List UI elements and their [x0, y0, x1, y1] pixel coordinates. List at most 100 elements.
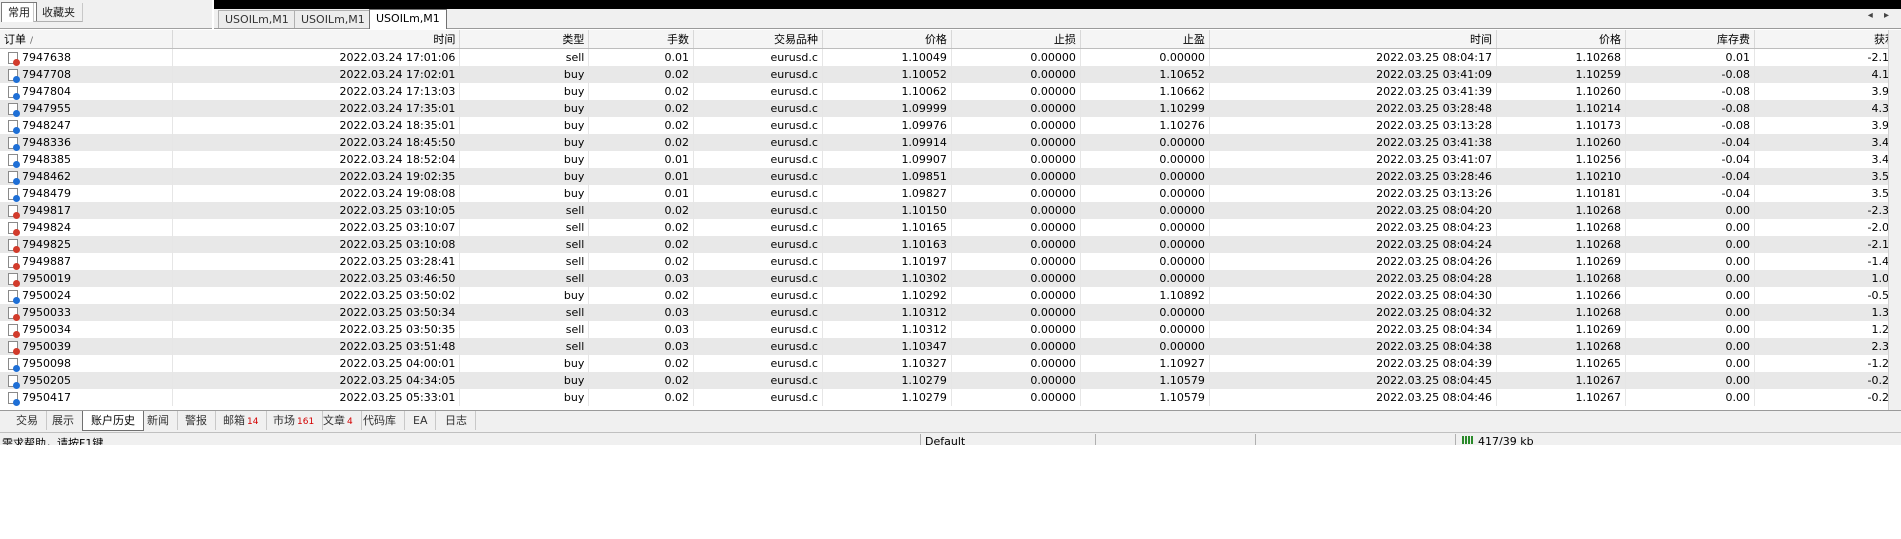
cell-profit: -0.52 — [1754, 287, 1901, 304]
buy-order-icon — [8, 86, 20, 100]
table-row[interactable]: 7947804 2022.03.24 17:13:03 buy 0.02 eurusd.… — [0, 83, 1901, 100]
bottom-tab-3[interactable]: 新闻 — [139, 411, 178, 430]
header-close-price[interactable]: 价格 — [1496, 30, 1626, 49]
table-row[interactable]: 7949825 2022.03.25 03:10:08 sell 0.02 eurusd… — [0, 236, 1901, 253]
header-take-profit[interactable]: 止盈 — [1080, 30, 1210, 49]
cell-lots: 0.02 — [588, 100, 694, 117]
cell-profit: -1.24 — [1754, 355, 1901, 372]
status-profile[interactable]: Default — [925, 435, 965, 445]
cell-order: 7948479 — [0, 185, 174, 202]
cell-swap: 0.00 — [1625, 219, 1755, 236]
cell-close-price: 1.10269 — [1496, 321, 1626, 338]
cell-open-time: 2022.03.25 03:50:35 — [172, 321, 461, 338]
table-row[interactable]: 7950039 2022.03.25 03:51:48 sell 0.03 eurusd… — [0, 338, 1901, 355]
table-row[interactable]: 7949817 2022.03.25 03:10:05 sell 0.02 eurusd… — [0, 202, 1901, 219]
bottom-tab-0[interactable]: 交易 — [8, 411, 47, 430]
header-swap[interactable]: 库存费 — [1625, 30, 1755, 49]
cell-open-time: 2022.03.24 17:13:03 — [172, 83, 461, 100]
bottom-tab-2[interactable]: 账户历史 — [82, 411, 144, 431]
chart-tab-2[interactable]: USOILm,M1 — [294, 10, 372, 28]
table-row[interactable]: 7948462 2022.03.24 19:02:35 buy 0.01 eurusd.… — [0, 168, 1901, 185]
cell-swap: -0.04 — [1625, 168, 1755, 185]
cell-swap: -0.04 — [1625, 134, 1755, 151]
cell-close-time: 2022.03.25 08:04:26 — [1209, 253, 1498, 270]
table-row[interactable]: 7948336 2022.03.24 18:45:50 buy 0.02 eurusd.… — [0, 134, 1901, 151]
cell-type: sell — [459, 304, 590, 321]
cell-profit: 3.49 — [1754, 151, 1901, 168]
cell-close-time: 2022.03.25 08:04:46 — [1209, 389, 1498, 406]
cell-stop-loss: 0.00000 — [951, 83, 1081, 100]
cell-symbol: eurusd.c — [693, 372, 823, 389]
table-row[interactable]: 7949824 2022.03.25 03:10:07 sell 0.02 eurusd… — [0, 219, 1901, 236]
table-row[interactable]: 7948385 2022.03.24 18:52:04 buy 0.01 eurusd.… — [0, 151, 1901, 168]
header-lots[interactable]: 手数 — [588, 30, 694, 49]
table-row[interactable]: 7948247 2022.03.24 18:35:01 buy 0.02 eurusd.… — [0, 117, 1901, 134]
header-symbol[interactable]: 交易品种 — [693, 30, 823, 49]
table-row[interactable]: 7950417 2022.03.25 05:33:01 buy 0.02 eurusd.… — [0, 389, 1901, 406]
header-close-time[interactable]: 时间 — [1209, 30, 1498, 49]
cell-profit: 3.96 — [1754, 83, 1901, 100]
table-row[interactable]: 7947708 2022.03.24 17:02:01 buy 0.02 eurusd.… — [0, 66, 1901, 83]
sell-order-icon — [8, 307, 20, 321]
cell-stop-loss: 0.00000 — [951, 236, 1081, 253]
bottom-tab-label: 邮箱 — [223, 414, 245, 427]
table-row[interactable]: 7948479 2022.03.24 19:08:08 buy 0.01 eurusd.… — [0, 185, 1901, 202]
cell-close-price: 1.10260 — [1496, 134, 1626, 151]
header-profit[interactable]: 获利 — [1754, 30, 1901, 49]
header-open-time[interactable]: 时间 — [172, 30, 461, 49]
bottom-tab-10[interactable]: 日志 — [437, 411, 476, 430]
buy-order-icon — [8, 188, 20, 202]
cell-open-time: 2022.03.24 17:02:01 — [172, 66, 461, 83]
cell-order: 7950033 — [0, 304, 174, 321]
tab-common[interactable]: 常用 — [1, 2, 37, 22]
cell-profit: 3.46 — [1754, 134, 1901, 151]
bottom-tab-5[interactable]: 邮箱 14 — [215, 411, 268, 430]
tab-scroll-arrows[interactable]: ◂ ▸ — [1868, 10, 1893, 21]
bottom-tab-count-badge: 161 — [297, 417, 315, 427]
cell-close-price: 1.10266 — [1496, 287, 1626, 304]
table-row[interactable]: 7950019 2022.03.25 03:46:50 sell 0.03 eurusd… — [0, 270, 1901, 287]
table-row[interactable]: 7947638 2022.03.24 17:01:06 sell 0.01 eurusd… — [0, 48, 1901, 66]
cell-open-time: 2022.03.25 03:10:07 — [172, 219, 461, 236]
table-row[interactable]: 7950098 2022.03.25 04:00:01 buy 0.02 eurusd.… — [0, 355, 1901, 372]
cell-type: buy — [459, 287, 590, 304]
cell-profit: 3.54 — [1754, 185, 1901, 202]
navigator-tabbar: 常用 收藏夹 — [0, 0, 212, 29]
order-number: 7950098 — [22, 357, 71, 370]
tab-favorites[interactable]: 收藏夹 — [33, 3, 83, 22]
bottom-tab-4[interactable]: 警报 — [177, 411, 216, 430]
table-row[interactable]: 7949887 2022.03.25 03:28:41 sell 0.02 eurusd… — [0, 253, 1901, 270]
header-type[interactable]: 类型 — [459, 30, 590, 49]
cell-profit: 1.29 — [1754, 321, 1901, 338]
cell-order: 7950205 — [0, 372, 174, 389]
cell-swap: 0.00 — [1625, 236, 1755, 253]
cell-type: sell — [459, 48, 590, 66]
header-stop-loss[interactable]: 止损 — [951, 30, 1081, 49]
vertical-scrollbar[interactable] — [1888, 30, 1901, 410]
table-row[interactable]: 7950024 2022.03.25 03:50:02 buy 0.02 eurusd.… — [0, 287, 1901, 304]
chart-tab-1[interactable]: USOILm,M1 — [218, 10, 296, 28]
header-open-price[interactable]: 价格 — [822, 30, 952, 49]
cell-open-price: 1.09999 — [822, 100, 952, 117]
bottom-tab-8[interactable]: 代码库 — [355, 411, 405, 430]
cell-order: 7947804 — [0, 83, 174, 100]
bottom-tab-1[interactable]: 展示 — [44, 411, 83, 430]
cell-symbol: eurusd.c — [693, 287, 823, 304]
table-row[interactable]: 7950205 2022.03.25 04:34:05 buy 0.02 eurusd.… — [0, 372, 1901, 389]
cell-symbol: eurusd.c — [693, 168, 823, 185]
status-separator — [1255, 434, 1256, 445]
order-number: 7950024 — [22, 289, 71, 302]
order-number: 7947638 — [22, 51, 71, 64]
table-row[interactable]: 7947955 2022.03.24 17:35:01 buy 0.02 eurusd.… — [0, 100, 1901, 117]
order-number: 7950033 — [22, 306, 71, 319]
order-number: 7950019 — [22, 272, 71, 285]
cell-close-time: 2022.03.25 03:41:38 — [1209, 134, 1498, 151]
table-row[interactable]: 7950033 2022.03.25 03:50:34 sell 0.03 eurusd… — [0, 304, 1901, 321]
header-order[interactable]: 订单 / — [0, 30, 174, 49]
bottom-tab-9[interactable]: EA — [405, 411, 437, 430]
table-row[interactable]: 7950034 2022.03.25 03:50:35 sell 0.03 eurusd… — [0, 321, 1901, 338]
chart-tab-3[interactable]: USOILm,M1 — [369, 9, 447, 29]
cell-swap: 0.00 — [1625, 321, 1755, 338]
cell-stop-loss: 0.00000 — [951, 117, 1081, 134]
cell-symbol: eurusd.c — [693, 389, 823, 406]
